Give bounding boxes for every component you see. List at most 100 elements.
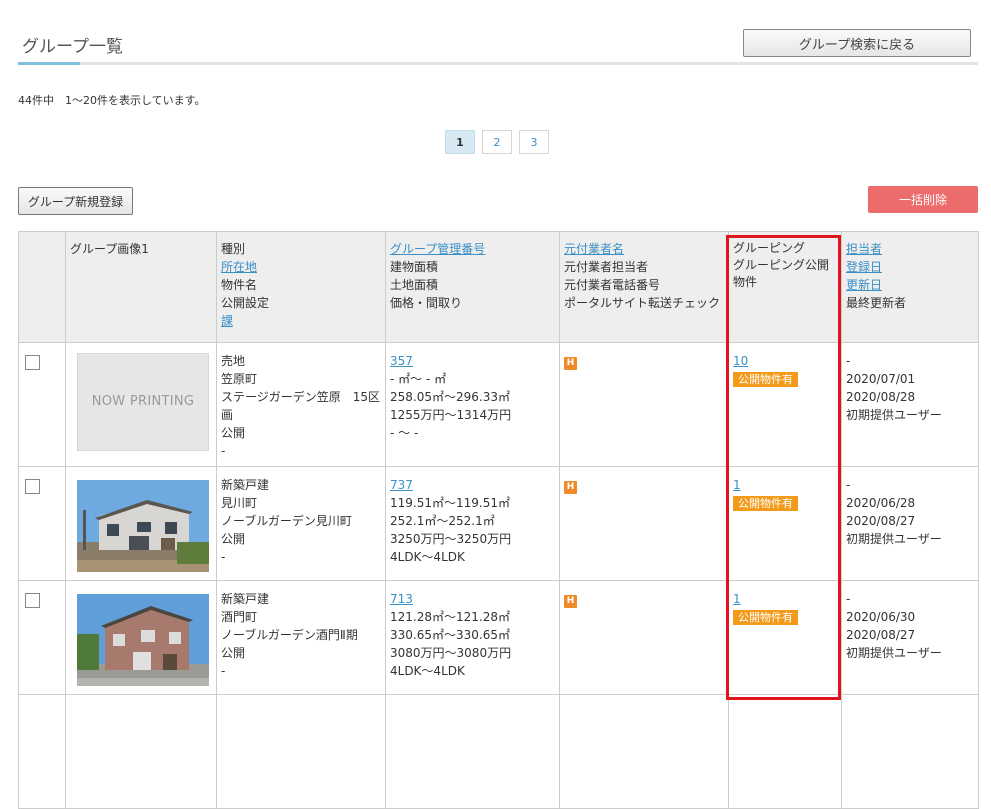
sort-location-link[interactable]: 所在地 [221,258,381,276]
last-updater: 初期提供ユーザー [846,532,942,546]
row-image-cell [65,466,217,581]
sort-registered-link[interactable]: 登録日 [846,258,974,276]
registered-date: 2020/06/28 [846,496,916,510]
property-name: ノーブルガーデン酒門Ⅱ期 [221,628,358,642]
staff: - [846,478,851,492]
row-checkbox[interactable] [25,479,40,494]
grouping-count-link[interactable]: 1 [733,476,837,494]
portal-h-badge: H [564,595,577,608]
property-name: ノーブルガーデン見川町 [221,514,352,528]
publish-setting: 公開 [221,646,246,660]
header-land-area: 土地面積 [390,278,439,292]
table-row: 新築戸建 見川町 ノーブルガーデン見川町 公開 - 737 119.51㎡〜11… [18,466,979,581]
header-image: グループ画像1 [65,231,217,343]
publish-setting: 公開 [221,532,246,546]
header-grouping-label: グルーピング [733,241,806,255]
row-image-cell: NOW PRINTING [65,342,217,467]
row-grouping-cell: 10 公開物件有 [728,342,842,467]
row-checkbox[interactable] [25,355,40,370]
sort-group-id-link[interactable]: グループ管理番号 [390,240,555,258]
price-range: 3250万円〜3250万円 [390,532,512,546]
price-range: 1255万円〜1314万円 [390,408,512,422]
land-area: 330.65㎡〜330.65㎡ [390,628,510,642]
now-printing-placeholder: NOW PRINTING [77,353,209,451]
grouping-count-link[interactable]: 10 [733,352,837,370]
section: - [221,444,226,458]
updated-date: 2020/08/27 [846,514,916,528]
group-id-link[interactable]: 737 [390,476,555,494]
group-id-link[interactable]: 713 [390,590,555,608]
registered-date: 2020/06/30 [846,610,916,624]
land-area: 258.05㎡〜296.33㎡ [390,390,510,404]
row-management-cell: 737 119.51㎡〜119.51㎡ 252.1㎡〜252.1㎡ 3250万円… [385,466,560,581]
public-property-badge: 公開物件有 [733,496,798,511]
row-staff-cell: - 2020/06/30 2020/08/27 初期提供ユーザー [841,580,979,695]
header-property: 種別 所在地 物件名 公開設定 課 [216,231,386,343]
row-select-cell [18,580,66,695]
last-updater: 初期提供ユーザー [846,646,942,660]
layout-range: 4LDK〜4LDK [390,550,465,564]
section: - [221,664,226,678]
sort-agent-name-link[interactable]: 元付業者名 [564,240,724,258]
bulk-delete-button[interactable]: 一括削除 [868,186,978,213]
house-photo[interactable] [77,591,209,689]
building-area: - ㎡〜 - ㎡ [390,372,447,386]
property-type: 新築戸建 [221,592,270,606]
header-grouping-public: グルーピング公開 [733,258,830,272]
header-agent-person: 元付業者担当者 [564,260,649,274]
section: - [221,550,226,564]
layout-range: - 〜 - [390,426,419,440]
row-management-cell: 713 121.28㎡〜121.28㎡ 330.65㎡〜330.65㎡ 3080… [385,580,560,695]
property-location: 酒門町 [221,610,258,624]
header-publish-setting: 公開設定 [221,296,270,310]
row-grouping-cell: 1 公開物件有 [728,466,842,581]
property-location: 見川町 [221,496,258,510]
header-last-updater: 最終更新者 [846,296,907,310]
header-staff: 担当者 登録日 更新日 最終更新者 [841,231,979,343]
house-photo[interactable] [77,477,209,575]
table-row-partial [18,694,979,809]
header-grouping: グルーピング グルーピング公開 物件 [728,231,842,343]
group-id-link[interactable]: 357 [390,352,555,370]
row-property-cell: 売地 笠原町 ステージガーデン笠原 15区画 公開 - [216,342,386,467]
land-area: 252.1㎡〜252.1㎡ [390,514,495,528]
row-select-cell [18,342,66,467]
publish-setting: 公開 [221,426,246,440]
grouping-count-link[interactable]: 1 [733,590,837,608]
new-group-button[interactable]: グループ新規登録 [18,187,133,215]
property-location: 笠原町 [221,372,258,386]
row-agent-cell: H [559,580,729,695]
sort-section-link[interactable]: 課 [221,312,381,330]
updated-date: 2020/08/27 [846,628,916,642]
updated-date: 2020/08/28 [846,390,916,404]
sort-staff-link[interactable]: 担当者 [846,240,974,258]
back-to-search-button[interactable]: グループ検索に戻る [743,29,971,57]
property-name: ステージガーデン笠原 15区画 [221,390,381,422]
building-area: 121.28㎡〜121.28㎡ [390,610,510,624]
table-header-row: グループ画像1 種別 所在地 物件名 公開設定 課 グループ管理番号 建物面積 … [18,231,979,343]
row-staff-cell: - 2020/07/01 2020/08/28 初期提供ユーザー [841,342,979,467]
page-1-button[interactable]: 1 [445,130,475,154]
property-type: 売地 [221,354,246,368]
row-image-cell [65,580,217,695]
result-count: 44件中 1〜20件を表示しています。 [18,94,206,107]
row-checkbox[interactable] [25,593,40,608]
row-management-cell: 357 - ㎡〜 - ㎡ 258.05㎡〜296.33㎡ 1255万円〜1314… [385,342,560,467]
portal-h-badge: H [564,357,577,370]
row-staff-cell: - 2020/06/28 2020/08/27 初期提供ユーザー [841,466,979,581]
row-select-cell [18,466,66,581]
sort-updated-link[interactable]: 更新日 [846,276,974,294]
property-type: 新築戸建 [221,478,270,492]
header-price-layout: 価格・間取り [390,296,463,310]
title-divider-accent [18,62,80,65]
page-2-button[interactable]: 2 [482,130,512,154]
page-title: グループ一覧 [22,37,123,57]
row-agent-cell: H [559,466,729,581]
title-divider [18,62,978,65]
header-grouping-property: 物件 [733,275,758,289]
header-agent: 元付業者名 元付業者担当者 元付業者電話番号 ポータルサイト転送チェック [559,231,729,343]
portal-h-badge: H [564,481,577,494]
header-management: グループ管理番号 建物面積 土地面積 価格・間取り [385,231,560,343]
layout-range: 4LDK〜4LDK [390,664,465,678]
page-3-button[interactable]: 3 [519,130,549,154]
